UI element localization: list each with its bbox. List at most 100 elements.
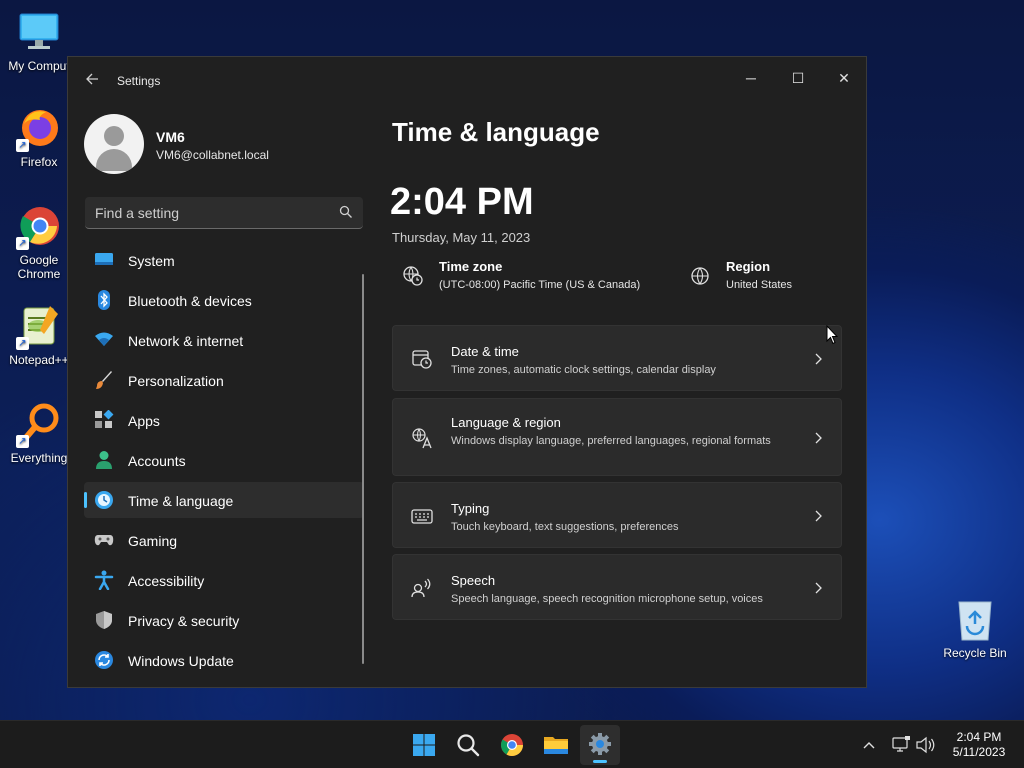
bluetooth-icon [98, 290, 110, 310]
shortcut-arrow-icon: ↗ [16, 139, 29, 152]
chevron-right-icon [815, 432, 822, 444]
brush-icon [96, 371, 112, 389]
volume-button[interactable] [914, 721, 938, 768]
desktop-icon-label: Google Chrome [17, 253, 61, 281]
active-app-indicator [593, 760, 607, 763]
sidebar-item-windows-update[interactable]: Windows Update [84, 642, 364, 678]
timezone-value: (UTC-08:00) Pacific Time (US & Canada) [439, 279, 641, 291]
sidebar-nav: System Bluetooth & devices Network & int… [84, 242, 364, 682]
minimize-button[interactable]: ─ [728, 63, 774, 93]
file-explorer-icon [544, 737, 568, 754]
sidebar-item-label: System [128, 253, 175, 269]
sidebar-item-system[interactable]: System [84, 242, 364, 278]
card-subtitle: Speech language, speech recognition micr… [451, 593, 763, 605]
sidebar-item-label: Apps [128, 413, 160, 429]
card-typing[interactable]: Typing Touch keyboard, text suggestions,… [392, 482, 842, 548]
sidebar-item-label: Accounts [128, 453, 186, 469]
card-title: Language & region [451, 415, 561, 430]
current-time: 2:04 PM [390, 181, 534, 223]
title-bar: Settings ─ ☐ ✕ [68, 57, 866, 105]
sidebar-item-label: Personalization [128, 373, 224, 389]
apps-icon [95, 410, 114, 428]
settings-window: Settings ─ ☐ ✕ VM6 VM6@collabnet.local S… [67, 56, 867, 688]
settings-icon [589, 733, 611, 755]
shortcut-arrow-icon: ↗ [16, 435, 29, 448]
taskbar-explorer-button[interactable] [536, 725, 576, 765]
search-icon[interactable] [339, 205, 353, 219]
sidebar-item-label: Time & language [128, 493, 234, 509]
card-title: Typing [451, 501, 490, 516]
start-button[interactable] [404, 725, 444, 765]
system-icon [95, 253, 113, 265]
user-name: VM6 [156, 129, 185, 145]
sidebar-item-label: Windows Update [128, 653, 234, 669]
card-language-region[interactable]: Language & region Windows display langua… [392, 398, 842, 476]
sidebar-item-accounts[interactable]: Accounts [84, 442, 364, 478]
back-arrow-icon[interactable] [82, 71, 102, 91]
avatar-body [96, 149, 132, 171]
chevron-right-icon [815, 353, 822, 365]
taskbar: 2:04 PM 5/11/2023 [0, 720, 1024, 768]
chevron-right-icon [815, 510, 822, 522]
sidebar-item-apps[interactable]: Apps [84, 402, 364, 438]
region-title: Region [726, 259, 771, 274]
sidebar-item-label: Gaming [128, 533, 178, 549]
time-language-icon [95, 491, 113, 509]
search-icon [457, 734, 480, 757]
close-button[interactable]: ✕ [821, 63, 867, 93]
update-icon [95, 651, 113, 669]
taskbar-chrome-button[interactable] [492, 725, 532, 765]
firefox-icon: ↗ [16, 106, 62, 152]
sidebar-item-label: Accessibility [128, 573, 205, 589]
desktop-icon-recycle-bin[interactable]: Recycle Bin [938, 596, 1012, 660]
chrome-icon [501, 734, 523, 756]
maximize-button[interactable]: ☐ [775, 63, 821, 93]
volume-icon [916, 736, 935, 754]
sidebar-item-gaming[interactable]: Gaming [84, 522, 364, 558]
accounts-icon [96, 451, 112, 469]
recycle-bin-icon [955, 596, 995, 642]
chevron-up-icon [863, 742, 875, 749]
search-input[interactable] [85, 197, 325, 228]
computer-icon [16, 10, 62, 56]
sidebar-item-bluetooth[interactable]: Bluetooth & devices [84, 282, 364, 318]
calendar-clock-icon [412, 350, 432, 369]
taskbar-search-button[interactable] [448, 725, 488, 765]
taskbar-settings-button[interactable] [580, 725, 620, 765]
card-subtitle: Touch keyboard, text suggestions, prefer… [451, 521, 679, 533]
start-icon [413, 734, 435, 756]
card-date-time[interactable]: Date & time Time zones, automatic clock … [392, 325, 842, 391]
globe-icon [691, 267, 709, 285]
sidebar-item-privacy[interactable]: Privacy & security [84, 602, 364, 638]
shortcut-arrow-icon: ↗ [16, 337, 29, 350]
accessibility-icon [94, 570, 114, 590]
card-title: Speech [451, 573, 496, 588]
search-box[interactable] [85, 197, 363, 229]
tray-chevron-button[interactable] [858, 721, 880, 768]
notepad-plus-plus-icon: ↗ [16, 304, 62, 350]
sidebar-item-personalization[interactable]: Personalization [84, 362, 364, 398]
chevron-right-icon [815, 582, 822, 594]
sidebar-scrollbar[interactable] [362, 274, 364, 664]
sidebar-item-time-language[interactable]: Time & language [84, 482, 364, 518]
everything-search-icon: ↗ [16, 402, 62, 448]
sidebar-item-network[interactable]: Network & internet [84, 322, 364, 358]
network-status-button[interactable] [890, 721, 912, 768]
taskbar-clock[interactable]: 2:04 PM 5/11/2023 [944, 730, 1014, 760]
gamepad-icon [94, 535, 114, 546]
timezone-icon [403, 266, 423, 286]
sidebar-item-label: Privacy & security [128, 613, 240, 629]
avatar-head [104, 126, 124, 146]
sidebar-item-accessibility[interactable]: Accessibility [84, 562, 364, 598]
wifi-icon [95, 332, 113, 346]
shield-icon [96, 611, 112, 629]
card-speech[interactable]: Speech Speech language, speech recogniti… [392, 554, 842, 620]
current-date: Thursday, May 11, 2023 [392, 230, 531, 245]
card-subtitle: Time zones, automatic clock settings, ca… [451, 364, 716, 376]
avatar[interactable] [84, 114, 144, 174]
network-icon [892, 736, 910, 752]
taskbar-clock-time: 2:04 PM [956, 730, 1002, 744]
taskbar-clock-date: 5/11/2023 [952, 745, 1006, 759]
mouse-cursor-icon [826, 325, 838, 345]
shortcut-arrow-icon: ↗ [16, 237, 29, 250]
